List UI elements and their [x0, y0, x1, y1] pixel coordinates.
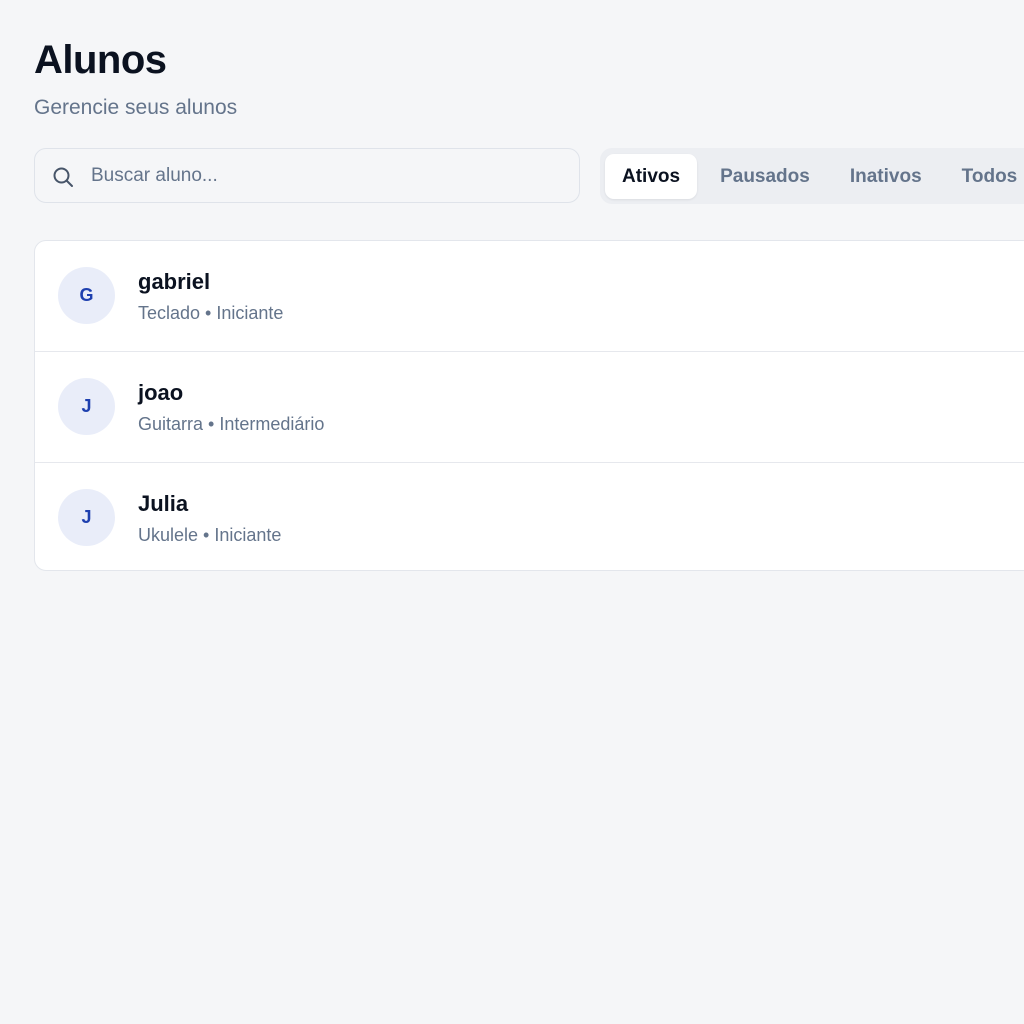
tab-inativos[interactable]: Inativos: [833, 154, 939, 199]
student-row-julia[interactable]: J Julia Ukulele • Iniciante: [35, 463, 1024, 570]
student-name: Julia: [138, 491, 189, 516]
status-filter-tabs: Ativos Pausados Inativos Todos: [600, 148, 1024, 204]
student-details: Ukulele • Iniciante: [138, 525, 282, 545]
student-name: gabriel: [138, 269, 211, 294]
avatar: G: [58, 267, 115, 324]
tab-pausados[interactable]: Pausados: [703, 154, 827, 199]
tab-todos[interactable]: Todos: [945, 154, 1024, 199]
students-list: G gabriel Teclado • Iniciante J joao Gui…: [34, 240, 1024, 571]
search-box[interactable]: [34, 148, 580, 203]
search-input[interactable]: [91, 149, 561, 202]
student-name: joao: [138, 380, 184, 405]
students-page: Alunos Gerencie seus alunos Ativos Pausa…: [0, 0, 1024, 1024]
student-row-gabriel[interactable]: G gabriel Teclado • Iniciante: [35, 241, 1024, 352]
avatar: J: [58, 378, 115, 435]
student-details: Guitarra • Intermediário: [138, 414, 325, 434]
page-title: Alunos: [34, 38, 167, 82]
search-icon: [53, 167, 73, 187]
page-subtitle: Gerencie seus alunos: [34, 96, 238, 119]
student-details: Teclado • Iniciante: [138, 303, 284, 323]
student-row-joao[interactable]: J joao Guitarra • Intermediário: [35, 352, 1024, 463]
avatar: J: [58, 489, 115, 546]
tab-ativos[interactable]: Ativos: [605, 153, 698, 199]
